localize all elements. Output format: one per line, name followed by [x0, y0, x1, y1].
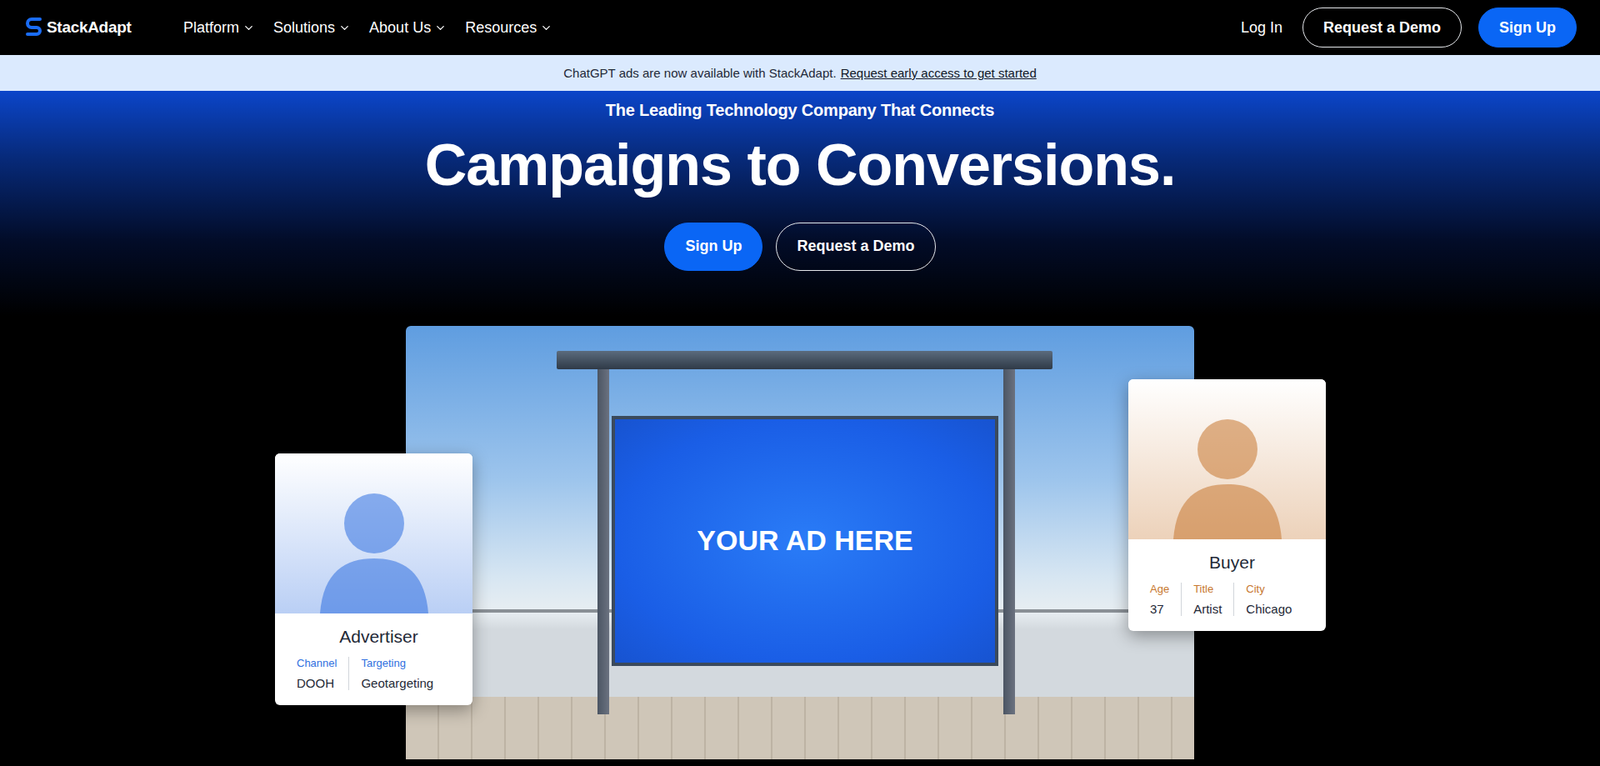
chevron-down-icon — [338, 21, 351, 35]
nav-actions: Log In Request a Demo Sign Up — [1240, 7, 1577, 48]
deck — [405, 696, 1195, 760]
logo-icon — [25, 16, 44, 39]
page: StackAdaptPlatform Solutions About Us Resou… — [0, 0, 1600, 766]
field-label: Age — [1150, 582, 1170, 595]
field-label: City — [1245, 582, 1292, 595]
ad-screen: YOUR AD HERE — [611, 415, 999, 666]
profile-card: Buyer Age 37 Title Artist City Chicago — [1128, 379, 1326, 631]
nav-menu: Platform Solutions About Us Resources — [183, 19, 553, 37]
card-title: Advertiser — [339, 626, 419, 647]
profile-card: AdvertiserChannel DOOH Targeting Geotargeti… — [275, 453, 473, 705]
nav-item[interactable]: Platform — [183, 19, 255, 37]
banner-link[interactable]: Request early access to get started — [840, 65, 1037, 80]
top-nav: StackAdaptPlatform Solutions About Us Resou… — [0, 0, 1600, 55]
nav-item[interactable]: About Us — [369, 19, 447, 37]
card-field: Age 37 — [1150, 582, 1181, 616]
field-label: Targeting — [360, 656, 434, 670]
field-label: Title — [1193, 582, 1222, 595]
field-value: Geotargeting — [360, 675, 434, 690]
card-body: AdvertiserChannel DOOH Targeting Geotargeti… — [275, 613, 473, 705]
portrait — [275, 453, 473, 614]
card-body: Buyer Age 37 Title Artist City Chicago — [1128, 539, 1326, 631]
hero-eyebrow: The Leading Technology Company That Conn… — [605, 100, 995, 120]
announcement-banner: ChatGPT ads are now available with Stack… — [0, 55, 1600, 91]
field-value: DOOH — [296, 675, 337, 690]
card-field: Channel DOOH — [296, 656, 349, 690]
field-value: Chicago — [1245, 601, 1292, 616]
chevron-down-icon — [242, 21, 255, 35]
card-title: Buyer — [1209, 552, 1255, 573]
shelter-post — [1003, 369, 1015, 715]
shelter-roof — [556, 350, 1053, 370]
chevron-down-icon — [434, 21, 447, 35]
field-value: 37 — [1150, 601, 1170, 616]
signup-button[interactable]: Sign Up — [664, 222, 763, 271]
login-link[interactable]: Log In — [1240, 19, 1283, 37]
portrait — [1128, 379, 1326, 540]
ad-text: YOUR AD HERE — [696, 524, 913, 557]
hero: The Leading Technology Company That Conn… — [0, 90, 1600, 766]
demo-button[interactable]: Request a Demo — [1302, 7, 1462, 48]
hero-title: Campaigns to Conversions. — [425, 131, 1176, 200]
showcase: YOUR AD HEREAdvertiserChannelDOOHTargeti… — [405, 325, 1195, 760]
card-field: City Chicago — [1233, 582, 1304, 616]
person-icon — [1165, 397, 1290, 540]
signup-button[interactable]: Sign Up — [1478, 7, 1577, 48]
person-icon — [311, 471, 437, 614]
nav-item[interactable]: Resources — [465, 19, 553, 37]
card-fields: Channel DOOH Targeting Geotargeting — [296, 656, 461, 690]
nav-item[interactable]: Solutions — [273, 19, 351, 37]
shelter-post — [597, 369, 610, 715]
hero-buttons: Sign UpRequest a Demo — [664, 222, 935, 271]
chevron-down-icon — [540, 21, 553, 35]
field-value: Artist — [1193, 601, 1222, 616]
card-fields: Age 37 Title Artist City Chicago — [1150, 582, 1315, 616]
field-label: Channel — [296, 656, 337, 670]
banner-text: ChatGPT ads are now available with Stack… — [563, 65, 836, 80]
logo[interactable]: StackAdapt — [25, 16, 184, 39]
demo-button[interactable]: Request a Demo — [775, 222, 935, 271]
card-field: Title Artist — [1180, 582, 1234, 616]
card-field: Targeting Geotargeting — [348, 656, 445, 690]
bus-shelter-image: YOUR AD HERE — [405, 325, 1195, 760]
